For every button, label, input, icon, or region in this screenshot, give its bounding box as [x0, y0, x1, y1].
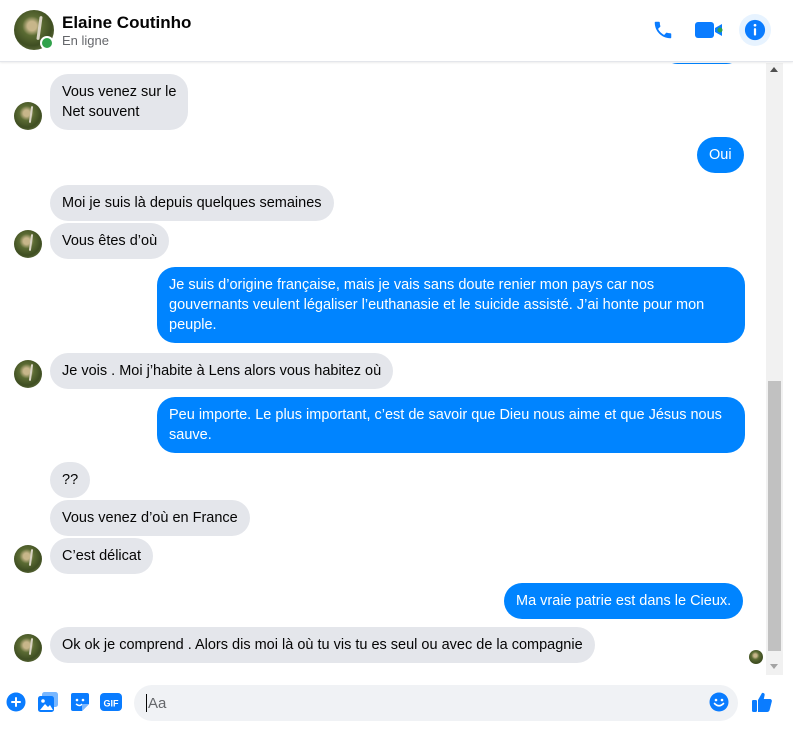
text-caret — [146, 694, 147, 712]
message-bubble-incoming[interactable]: Moi je suis là depuis quelques semaines — [50, 185, 334, 221]
sender-avatar[interactable] — [14, 102, 42, 130]
seen-receipt-avatar — [749, 650, 763, 664]
emoji-icon — [709, 692, 729, 712]
message-composer: GIF Aa — [0, 676, 793, 732]
message-bubble-outgoing[interactable]: Ma vraie patrie est dans le Cieux. — [504, 583, 744, 619]
message-bubble-outgoing-partial — [662, 63, 742, 64]
send-like-button[interactable] — [750, 690, 774, 714]
online-status-dot — [40, 36, 54, 50]
video-call-button[interactable] — [693, 14, 725, 46]
image-icon — [38, 692, 58, 712]
message-text-line: Je suis d’origine française, mais je vai… — [169, 277, 655, 293]
message-text-line: Net souvent — [62, 104, 140, 120]
gif-button[interactable]: GIF — [99, 690, 123, 714]
gif-label: GIF — [104, 699, 120, 709]
message-text-line: gouvernants veulent légaliser l’euthanas… — [169, 297, 705, 313]
phone-icon — [654, 21, 672, 39]
message-bubble-incoming[interactable]: Vous êtes d’où — [50, 223, 170, 259]
scroll-up-arrow[interactable] — [770, 67, 778, 72]
message-bubble-incoming[interactable]: Ok ok je comprend . Alors dis moi là où … — [50, 627, 595, 663]
sticker-button[interactable] — [68, 690, 92, 714]
message-bubble-incoming[interactable]: Je vois . Moi j’habite à Lens alors vous… — [50, 353, 394, 389]
message-text-line: peuple. — [169, 317, 217, 333]
message-bubble-outgoing[interactable]: Oui — [697, 137, 744, 173]
contact-name[interactable]: Elaine Coutinho — [62, 13, 191, 33]
scroll-thumb[interactable] — [768, 381, 781, 651]
video-camera-icon — [695, 22, 723, 38]
voice-call-button[interactable] — [647, 14, 679, 46]
message-bubble-incoming[interactable]: Vous venez d’où en France — [50, 500, 250, 536]
sender-avatar[interactable] — [14, 230, 42, 258]
plus-icon — [6, 692, 26, 712]
more-actions-button[interactable] — [4, 690, 28, 714]
sender-avatar[interactable] — [14, 360, 42, 388]
message-input[interactable]: Aa — [134, 685, 738, 721]
message-text-line: Vous venez sur le — [62, 84, 177, 100]
conversation-header: Elaine Coutinho En ligne — [0, 0, 793, 62]
message-bubble-incoming[interactable]: C’est délicat — [50, 538, 153, 574]
message-bubble-incoming[interactable]: ?? — [50, 462, 91, 498]
message-thread[interactable]: Vous venez sur le Net souvent Oui Moi je… — [0, 63, 766, 675]
emoji-button[interactable] — [709, 692, 729, 712]
gif-icon: GIF — [100, 693, 122, 711]
info-icon — [744, 19, 766, 41]
sender-avatar[interactable] — [14, 634, 42, 662]
message-bubble-outgoing[interactable]: Je suis d’origine française, mais je vai… — [157, 267, 745, 343]
message-bubble-outgoing[interactable]: Peu importe. Le plus important, c’est de… — [157, 397, 745, 453]
header-actions — [647, 14, 771, 46]
thumbs-up-icon — [752, 692, 772, 712]
message-text-line: Peu importe. Le plus important, c’est de… — [169, 407, 722, 423]
scroll-down-arrow[interactable] — [770, 664, 778, 669]
message-bubble-incoming[interactable]: Vous venez sur le Net souvent — [50, 74, 189, 130]
contact-status: En ligne — [62, 33, 109, 48]
conversation-info-button[interactable] — [739, 14, 771, 46]
message-text-line: sauve. — [169, 427, 212, 443]
sticker-icon — [71, 693, 89, 711]
attach-image-button[interactable] — [36, 690, 60, 714]
thread-scrollbar[interactable] — [766, 63, 783, 675]
message-input-placeholder: Aa — [148, 695, 167, 712]
sender-avatar[interactable] — [14, 545, 42, 573]
